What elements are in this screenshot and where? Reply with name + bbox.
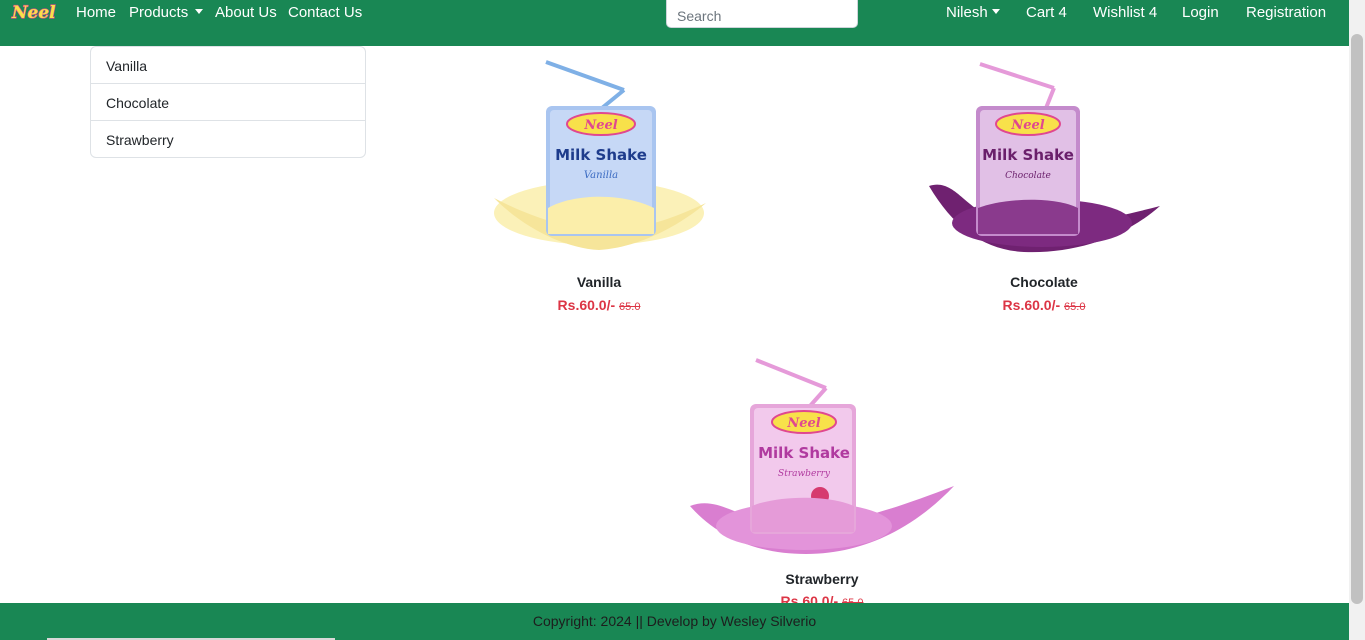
nav-home-link[interactable]: Home	[76, 4, 116, 22]
nav-login-link[interactable]: Login	[1182, 4, 1219, 22]
pack-label: Milk Shake	[758, 444, 850, 462]
nav-about-link[interactable]: About Us	[215, 4, 277, 22]
product-name-vanilla[interactable]: Vanilla	[449, 274, 749, 290]
pack-brand-label: Neel	[786, 416, 820, 431]
category-item-strawberry[interactable]: Strawberry	[91, 121, 365, 157]
pack-label: Milk Shake	[982, 146, 1074, 164]
product-name-strawberry[interactable]: Strawberry	[672, 571, 972, 587]
product-price-vanilla: Rs.60.0/- 65.0	[449, 297, 749, 313]
nav-registration-link[interactable]: Registration	[1246, 4, 1326, 22]
pack-flavor-label: Vanilla	[584, 170, 618, 181]
category-item-chocolate[interactable]: Chocolate	[91, 84, 365, 121]
category-list: Vanilla Chocolate Strawberry	[90, 46, 366, 158]
top-navbar: Neel Home Products About Us Contact Us N…	[0, 0, 1349, 46]
price-current: Rs.60.0/-	[1002, 297, 1061, 313]
pack-label: Milk Shake	[555, 146, 647, 164]
product-image-chocolate[interactable]: Neel Milk Shake Chocolate	[924, 58, 1164, 258]
price-old: 65.0	[1064, 301, 1086, 313]
product-image-strawberry[interactable]: Neel Milk Shake Strawberry	[686, 356, 958, 556]
product-price-chocolate: Rs.60.0/- 65.0	[894, 297, 1194, 313]
pack-brand-label: Neel	[583, 118, 617, 133]
product-name-chocolate[interactable]: Chocolate	[894, 274, 1194, 290]
svg-text:Neel: Neel	[11, 3, 56, 23]
user-menu-dropdown[interactable]: Nilesh	[946, 4, 1000, 22]
nav-products-dropdown[interactable]: Products	[129, 4, 204, 22]
nav-wishlist-link[interactable]: Wishlist 4	[1093, 4, 1157, 22]
pack-brand-label: Neel	[1010, 118, 1044, 133]
pack-flavor-label: Strawberry	[778, 469, 831, 479]
nav-products-label: Products	[129, 4, 189, 21]
nav-contact-link[interactable]: Contact Us	[288, 4, 362, 22]
page-footer: Copyright: 2024 || Develop by Wesley Sil…	[0, 603, 1349, 640]
nav-cart-link[interactable]: Cart 4	[1026, 4, 1067, 22]
user-name: Nilesh	[946, 4, 988, 21]
chevron-down-icon	[195, 9, 204, 14]
search-input[interactable]	[666, 0, 858, 28]
footer-copyright: Copyright: 2024 || Develop by Wesley Sil…	[532, 613, 817, 629]
category-item-vanilla[interactable]: Vanilla	[91, 47, 365, 84]
pack-flavor-label: Chocolate	[1005, 171, 1051, 181]
product-image-vanilla[interactable]: Neel Milk Shake Vanilla	[484, 58, 714, 258]
chevron-down-icon	[991, 9, 1000, 14]
page-scrollbar-thumb[interactable]	[1351, 34, 1363, 604]
brand-logo[interactable]: Neel	[10, 0, 56, 27]
price-current: Rs.60.0/-	[557, 297, 616, 313]
price-old: 65.0	[619, 301, 641, 313]
